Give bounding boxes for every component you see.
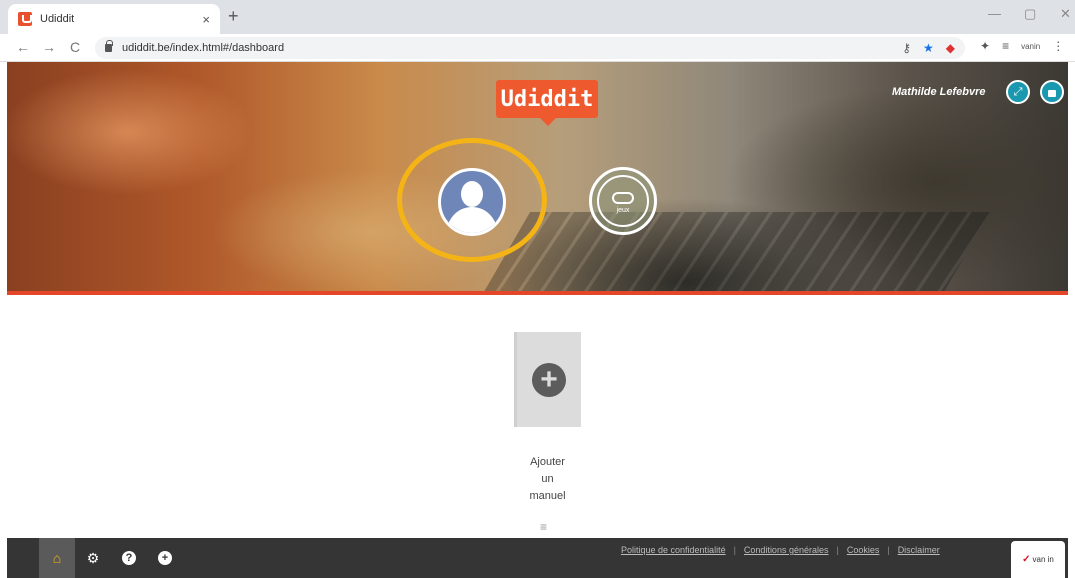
playlist-icon[interactable]: ≡ (1002, 39, 1009, 53)
profile-icon[interactable]: vanin (1021, 42, 1040, 53)
new-tab-button[interactable]: + (228, 6, 239, 27)
udiddit-favicon-icon (18, 12, 32, 26)
puzzle-icon[interactable]: ✦ (980, 39, 990, 53)
star-icon[interactable]: ★ (923, 41, 934, 55)
separator: | (887, 545, 890, 555)
close-window-icon[interactable]: ✕ (1060, 6, 1071, 22)
add-label-line: un (541, 473, 554, 485)
color-extension-icon[interactable]: ◆ (946, 41, 955, 55)
browser-address-bar: ← → C udiddit.be/index.html#/dashboard ⚷… (0, 34, 1075, 62)
add-button[interactable]: + (147, 538, 183, 578)
minimize-icon[interactable]: — (988, 6, 1001, 21)
maximize-icon[interactable]: ▢ (1024, 6, 1036, 22)
gear-icon: ⚙ (86, 549, 100, 566)
hero-divider (7, 291, 1068, 295)
settings-button[interactable]: ⚙ (75, 538, 111, 578)
logout-button[interactable] (1040, 80, 1064, 104)
add-label-line: Ajouter (530, 456, 565, 468)
lock-icon (1048, 90, 1056, 97)
browser-tab[interactable]: Udiddit × (8, 4, 220, 34)
vanin-brand-button[interactable]: ✓ van in (1011, 541, 1065, 578)
forward-icon[interactable]: → (42, 39, 56, 55)
vanin-logo: van in (1032, 555, 1054, 564)
gamepad-icon (612, 192, 634, 204)
disclaimer-link[interactable]: Disclaimer (898, 545, 940, 555)
privacy-link[interactable]: Politique de confidentialité (621, 545, 726, 555)
reload-icon[interactable]: C (70, 39, 80, 55)
home-icon: ⌂ (52, 550, 62, 566)
add-manual-card[interactable]: + (514, 332, 581, 427)
user-silhouette-body (447, 207, 497, 233)
tab-close-icon[interactable]: × (202, 12, 210, 27)
footer-links: Politique de confidentialité | Condition… (621, 545, 940, 555)
user-silhouette-icon (461, 181, 483, 207)
terms-link[interactable]: Conditions générales (744, 545, 829, 555)
checkmark-icon: ✓ (1022, 554, 1031, 565)
home-button[interactable]: ⌂ (39, 538, 75, 578)
back-icon[interactable]: ← (16, 39, 30, 55)
browser-tab-bar: Udiddit × + — ▢ ✕ (0, 0, 1075, 34)
tab-title: Udiddit (40, 13, 75, 25)
cookies-link[interactable]: Cookies (847, 545, 880, 555)
games-button[interactable]: jeux (589, 167, 657, 235)
add-circle-icon: + (532, 362, 566, 397)
games-icon-ring: jeux (597, 175, 649, 227)
url-text: udiddit.be/index.html#/dashboard (122, 42, 285, 54)
key-icon[interactable]: ⚷ (902, 41, 911, 55)
profile-avatar-button[interactable] (438, 168, 506, 236)
separator: | (836, 545, 839, 555)
fullscreen-button[interactable]: ⤢ (1006, 80, 1030, 104)
add-label-line: manuel (529, 490, 566, 502)
udiddit-logo[interactable]: Udiddit (496, 80, 598, 126)
games-label: jeux (616, 207, 630, 214)
secure-lock-icon (105, 40, 113, 52)
add-icon: + (158, 551, 172, 565)
user-name: Mathilde Lefebvre (892, 86, 986, 98)
separator: | (733, 545, 736, 555)
expand-icon: ⤢ (1013, 85, 1023, 98)
add-manual-label: Ajouter un manuel (500, 454, 595, 505)
bottom-bar: ⌂ ⚙ ? + Politique de confidentialité | C… (7, 538, 1068, 578)
menu-handle-icon[interactable]: ≡ (540, 520, 547, 534)
help-button[interactable]: ? (111, 538, 147, 578)
url-field[interactable]: udiddit.be/index.html#/dashboard ⚷ ★ ◆ (95, 37, 965, 59)
help-icon: ? (122, 551, 136, 565)
menu-icon[interactable]: ⋮ (1052, 39, 1064, 53)
